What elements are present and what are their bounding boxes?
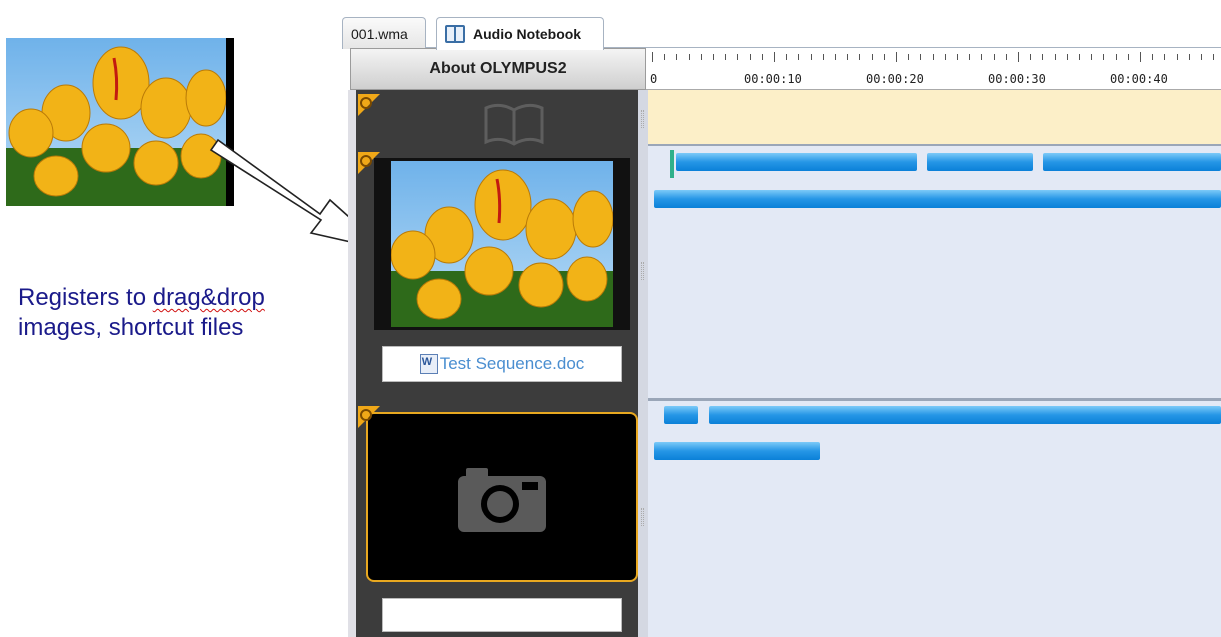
ruler-tick — [774, 52, 775, 62]
ruler-tick — [944, 54, 946, 60]
ruler-tick — [749, 54, 751, 60]
ruler-tick — [1127, 54, 1129, 60]
ruler-tick — [932, 54, 934, 60]
ruler-label: 00:00:10 — [744, 72, 802, 86]
ruler-tick — [664, 54, 666, 60]
camera-icon — [458, 468, 546, 532]
tulip-card-image — [391, 161, 613, 327]
ruler-tick — [908, 54, 910, 60]
ruler-tick — [896, 52, 897, 62]
ruler-tick — [810, 54, 812, 60]
bookmark-corner-icon[interactable] — [358, 406, 380, 428]
ruler-tick — [822, 54, 824, 60]
ruler-tick — [993, 54, 995, 60]
ruler-tick — [1030, 54, 1032, 60]
column-header-label: About OLYMPUS2 — [429, 60, 567, 77]
audio-segment[interactable] — [709, 406, 1221, 424]
playhead-marker[interactable] — [670, 150, 674, 178]
ruler-tick — [859, 54, 861, 60]
ruler-tick — [1018, 52, 1019, 62]
ruler-tick — [1079, 54, 1080, 60]
tab-audio-notebook-label: Audio Notebook — [473, 26, 582, 42]
ruler-label: 0 — [650, 72, 658, 86]
track-separator — [648, 398, 1221, 401]
annotation-line2: images, shortcut files — [18, 314, 244, 341]
tulip-source-image — [6, 38, 234, 206]
ruler-tick — [1103, 54, 1105, 60]
shortcut-file-chip[interactable]: Test Sequence.doc — [382, 346, 622, 382]
ruler-tick — [835, 54, 836, 60]
audio-segment[interactable] — [927, 153, 1033, 171]
ruler-tick — [1005, 54, 1007, 60]
tab-audio-notebook[interactable]: Audio Notebook — [436, 17, 604, 50]
image-card[interactable] — [374, 158, 630, 330]
audio-segment[interactable] — [664, 406, 698, 424]
annotation-line1-b: drag&drop — [152, 284, 265, 311]
ruler-tick — [883, 54, 885, 60]
ruler-tick — [1140, 52, 1141, 62]
ruler-tick — [847, 54, 849, 60]
splitter-grip[interactable] — [641, 508, 644, 526]
timeline-area[interactable] — [648, 90, 1221, 637]
panel-splitter[interactable] — [638, 90, 648, 637]
ruler-tick — [676, 54, 678, 60]
column-header[interactable]: About OLYMPUS2 — [350, 48, 646, 90]
ruler-tick — [786, 54, 788, 60]
ruler-tick — [1201, 54, 1202, 60]
ruler-tick — [1152, 54, 1154, 60]
notebook-track-header — [648, 90, 1221, 146]
audio-segment[interactable] — [654, 190, 1221, 208]
bookmark-corner-icon[interactable] — [358, 94, 380, 116]
ruler-tick — [1066, 54, 1068, 60]
ruler-tick — [1054, 54, 1056, 60]
ruler-tick — [981, 54, 983, 60]
time-ruler[interactable]: 0 00:00:10 00:00:20 00:00:30 00:00:40 — [646, 48, 1221, 90]
ruler-tick — [957, 54, 958, 60]
tab-strip: 001.wma Audio Notebook — [342, 14, 1221, 50]
ruler-tick — [1091, 54, 1093, 60]
splitter-grip[interactable] — [641, 110, 644, 128]
ruler-tick — [1164, 54, 1166, 60]
ruler-tick — [1042, 54, 1044, 60]
ruler-tick — [1213, 54, 1215, 60]
tab-file-wma-label: 001.wma — [351, 25, 408, 42]
ruler-tick — [713, 54, 714, 60]
splitter-grip[interactable] — [641, 262, 644, 280]
ruler-tick — [798, 54, 800, 60]
ruler-label: 00:00:40 — [1110, 72, 1168, 86]
audio-segment[interactable] — [654, 442, 820, 460]
book-icon — [484, 103, 544, 146]
audio-notebook-app: 001.wma Audio Notebook About OLYMPUS2 00… — [342, 0, 1221, 637]
photo-drop-card[interactable] — [366, 412, 638, 582]
shortcut-file-label: Test Sequence.doc — [439, 354, 585, 373]
audio-segment[interactable] — [676, 153, 917, 171]
ruler-tick — [761, 54, 763, 60]
ruler-tick — [652, 52, 653, 62]
ruler-tick — [700, 54, 702, 60]
notebook-icon — [445, 25, 465, 43]
ruler-tick — [969, 54, 971, 60]
ruler-tick — [725, 54, 727, 60]
notebook-panel: Test Sequence.doc — [348, 90, 648, 637]
word-document-icon — [419, 354, 438, 374]
ruler-tick — [1176, 54, 1178, 60]
ruler-label: 00:00:20 — [866, 72, 924, 86]
header-row: About OLYMPUS2 0 00:00:10 00:00:20 00:00:30… — [348, 48, 1221, 90]
ruler-label: 00:00:30 — [988, 72, 1046, 86]
ruler-tick — [871, 54, 873, 60]
ruler-tick — [1115, 54, 1117, 60]
ruler-tick — [688, 54, 690, 60]
ruler-tick — [920, 54, 922, 60]
tab-file-wma[interactable]: 001.wma — [342, 17, 426, 49]
annotation-text: Registers to drag&drop images, shortcut … — [18, 283, 338, 343]
annotation-line1-a: Registers to — [18, 284, 153, 311]
ruler-tick — [737, 54, 739, 60]
ruler-tick — [1188, 54, 1190, 60]
audio-segment[interactable] — [1043, 153, 1221, 171]
empty-label-chip[interactable] — [382, 598, 622, 632]
